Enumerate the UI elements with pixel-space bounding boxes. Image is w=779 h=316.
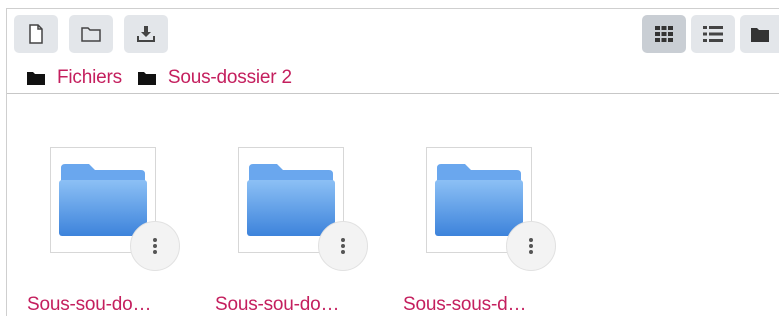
folder-item[interactable]: Sous-sous-d…: [383, 137, 573, 316]
folder-icon: [59, 164, 147, 236]
grid-view-button[interactable]: [642, 15, 686, 53]
grid-view-icon: [655, 26, 673, 42]
create-folder-button[interactable]: [69, 15, 113, 53]
file-manager-panel: Fichiers Sous-dossier 2 Sous-sou-do… Sou…: [6, 8, 779, 316]
toolbar: [14, 15, 779, 55]
item-menu-button[interactable]: [318, 221, 368, 271]
folder-icon: [435, 164, 523, 236]
folder-item[interactable]: Sous-sou-do…: [195, 137, 385, 316]
divider: [7, 93, 779, 94]
folder-item[interactable]: Sous-sou-do…: [7, 137, 197, 316]
folder-name[interactable]: Sous-sous-d…: [403, 294, 578, 316]
folder-name[interactable]: Sous-sou-do…: [215, 294, 390, 316]
folder-icon: [751, 27, 769, 42]
breadcrumb-item-sous-dossier: Sous-dossier 2: [137, 67, 292, 89]
item-menu-button[interactable]: [506, 221, 556, 271]
breadcrumb-link-fichiers[interactable]: Fichiers: [57, 67, 122, 89]
new-folder-icon: [81, 27, 101, 42]
more-vertical-icon: [153, 237, 157, 255]
folder-icon: [137, 72, 156, 85]
list-view-icon: [703, 26, 723, 42]
more-vertical-icon: [341, 237, 345, 255]
folder-icon: [247, 164, 335, 236]
list-view-button[interactable]: [691, 15, 735, 53]
more-vertical-icon: [529, 237, 533, 255]
breadcrumb: Fichiers Sous-dossier 2: [27, 65, 308, 91]
breadcrumb-link-sous-dossier[interactable]: Sous-dossier 2: [168, 67, 292, 89]
tree-view-button[interactable]: [740, 15, 779, 53]
new-file-icon: [29, 24, 43, 44]
download-button[interactable]: [124, 15, 168, 53]
download-icon: [137, 26, 155, 42]
breadcrumb-item-fichiers: Fichiers: [27, 67, 122, 89]
folder-icon: [27, 72, 45, 85]
item-menu-button[interactable]: [130, 221, 180, 271]
folder-name[interactable]: Sous-sou-do…: [27, 294, 202, 316]
add-file-button[interactable]: [14, 15, 58, 53]
